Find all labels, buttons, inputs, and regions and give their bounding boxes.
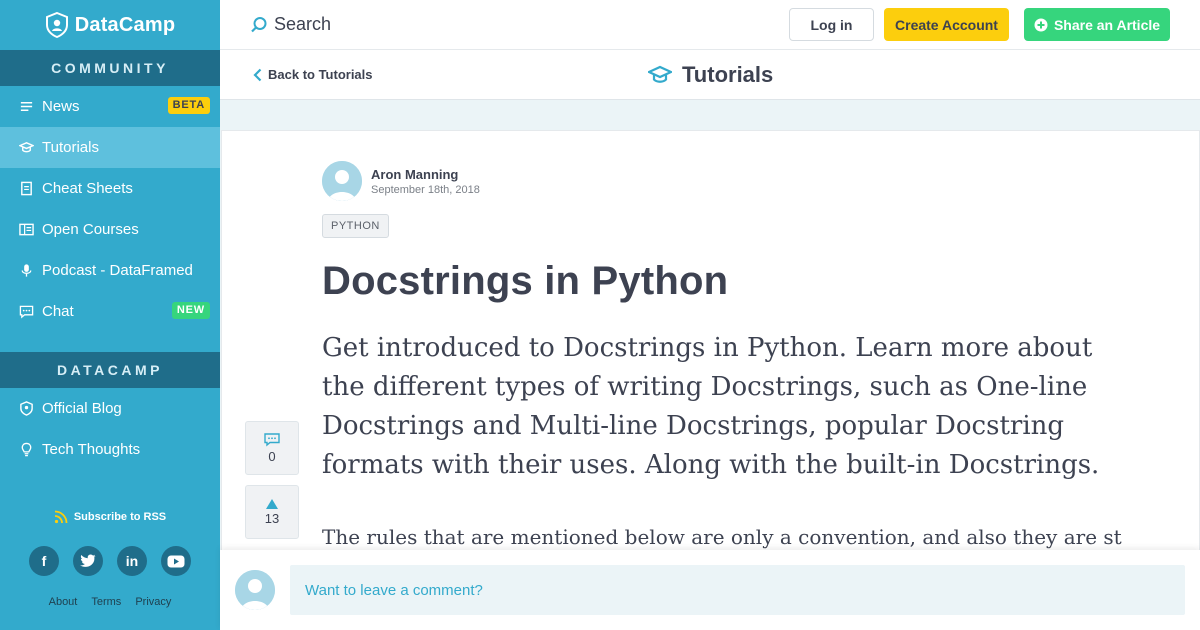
shield-icon <box>18 401 34 417</box>
datacamp-logo-icon <box>45 12 68 38</box>
sidebar-item-tech-thoughts[interactable]: Tech Thoughts <box>0 429 220 470</box>
login-button[interactable]: Log in <box>789 8 874 41</box>
page-title: Docstrings in Python <box>322 259 729 303</box>
book-icon <box>18 222 34 238</box>
social-links: f t in yt <box>0 546 220 576</box>
footer-links: About Terms Privacy <box>0 596 220 608</box>
about-link[interactable]: About <box>49 596 78 608</box>
article-body: The rules that are mentioned below are o… <box>322 525 1122 549</box>
lightbulb-icon <box>18 442 34 458</box>
search-label: Search <box>274 14 332 34</box>
lines-icon <box>18 99 34 115</box>
section-title-text: Tutorials <box>682 62 774 87</box>
search-icon <box>251 16 267 32</box>
sidebar-item-cheat-sheets[interactable]: Cheat Sheets <box>0 168 220 209</box>
back-label: Back to Tutorials <box>268 67 373 82</box>
topic-tag[interactable]: PYTHON <box>322 214 389 238</box>
sidebar-item-chat[interactable]: Chat NEW <box>0 291 220 332</box>
sidebar-item-label: Open Courses <box>42 221 139 238</box>
publish-date: September 18th, 2018 <box>371 183 480 196</box>
comment-icon <box>264 432 280 446</box>
sidebar-item-official-blog[interactable]: Official Blog <box>0 388 220 429</box>
article-lead: Get introduced to Docstrings in Python. … <box>322 333 1100 480</box>
terms-link[interactable]: Terms <box>91 596 121 608</box>
linkedin-icon[interactable]: in <box>117 546 147 576</box>
avatar <box>235 570 275 610</box>
sub-bar: Back to Tutorials Tutorials <box>220 50 1200 100</box>
share-article-label: Share an Article <box>1053 16 1161 33</box>
graduation-cap-icon <box>18 140 34 156</box>
search-trigger[interactable]: Search <box>250 14 331 35</box>
facebook-icon[interactable]: f <box>29 546 59 576</box>
brand-name: DataCamp <box>74 13 176 36</box>
rss-icon <box>54 510 68 524</box>
comment-bar <box>220 550 1200 630</box>
comment-input[interactable] <box>290 565 1185 615</box>
upvote-arrow-icon <box>266 498 278 509</box>
youtube-icon[interactable]: yt <box>161 546 191 576</box>
create-account-button[interactable]: Create Account <box>884 8 1009 41</box>
chat-icon <box>18 304 34 320</box>
plus-circle-icon <box>1034 18 1048 31</box>
chevron-left-icon <box>253 68 262 81</box>
sidebar-item-label: Podcast - DataFramed <box>42 262 193 279</box>
share-article-button[interactable]: Share an Article <box>1024 8 1170 41</box>
section-title: Tutorials <box>648 62 773 88</box>
beta-badge: BETA <box>167 97 210 114</box>
document-icon <box>18 181 34 197</box>
sidebar: DataCamp COMMUNITY News BETA Tutorials C… <box>0 0 220 630</box>
privacy-link[interactable]: Privacy <box>135 596 171 608</box>
author-block[interactable]: Aron Manning September 18th, 2018 <box>322 161 480 201</box>
upvotes-count: 13 <box>264 510 280 526</box>
sidebar-item-label: Official Blog <box>42 400 122 417</box>
new-badge: NEW <box>171 302 210 319</box>
graduation-cap-icon <box>648 65 672 83</box>
sidebar-item-tutorials[interactable]: Tutorials <box>0 127 220 168</box>
upvote-button[interactable]: 13 <box>245 485 299 539</box>
subscribe-rss-link[interactable]: Subscribe to RSS <box>0 510 220 524</box>
comments-count-button[interactable]: 0 <box>245 421 299 475</box>
microphone-icon <box>18 263 34 279</box>
sidebar-item-podcast[interactable]: Podcast - DataFramed <box>0 250 220 291</box>
sidebar-item-label: Chat <box>42 303 74 320</box>
rss-label: Subscribe to RSS <box>73 511 167 523</box>
sidebar-item-label: Tech Thoughts <box>42 441 141 458</box>
brand-logo[interactable]: DataCamp <box>0 0 220 50</box>
comments-count: 0 <box>268 448 276 464</box>
sidebar-item-label: News <box>42 98 80 115</box>
avatar <box>322 161 362 201</box>
sidebar-item-news[interactable]: News BETA <box>0 86 220 127</box>
community-heading: COMMUNITY <box>0 50 220 86</box>
sidebar-item-label: Tutorials <box>42 139 99 156</box>
sidebar-item-label: Cheat Sheets <box>42 180 133 197</box>
sidebar-item-open-courses[interactable]: Open Courses <box>0 209 220 250</box>
back-to-tutorials-link[interactable]: Back to Tutorials <box>253 67 373 82</box>
datacamp-heading: DATACAMP <box>0 352 220 388</box>
twitter-icon[interactable]: t <box>73 546 103 576</box>
author-name[interactable]: Aron Manning <box>371 167 480 182</box>
top-bar: Search Log in Create Account Share an Ar… <box>220 0 1200 50</box>
